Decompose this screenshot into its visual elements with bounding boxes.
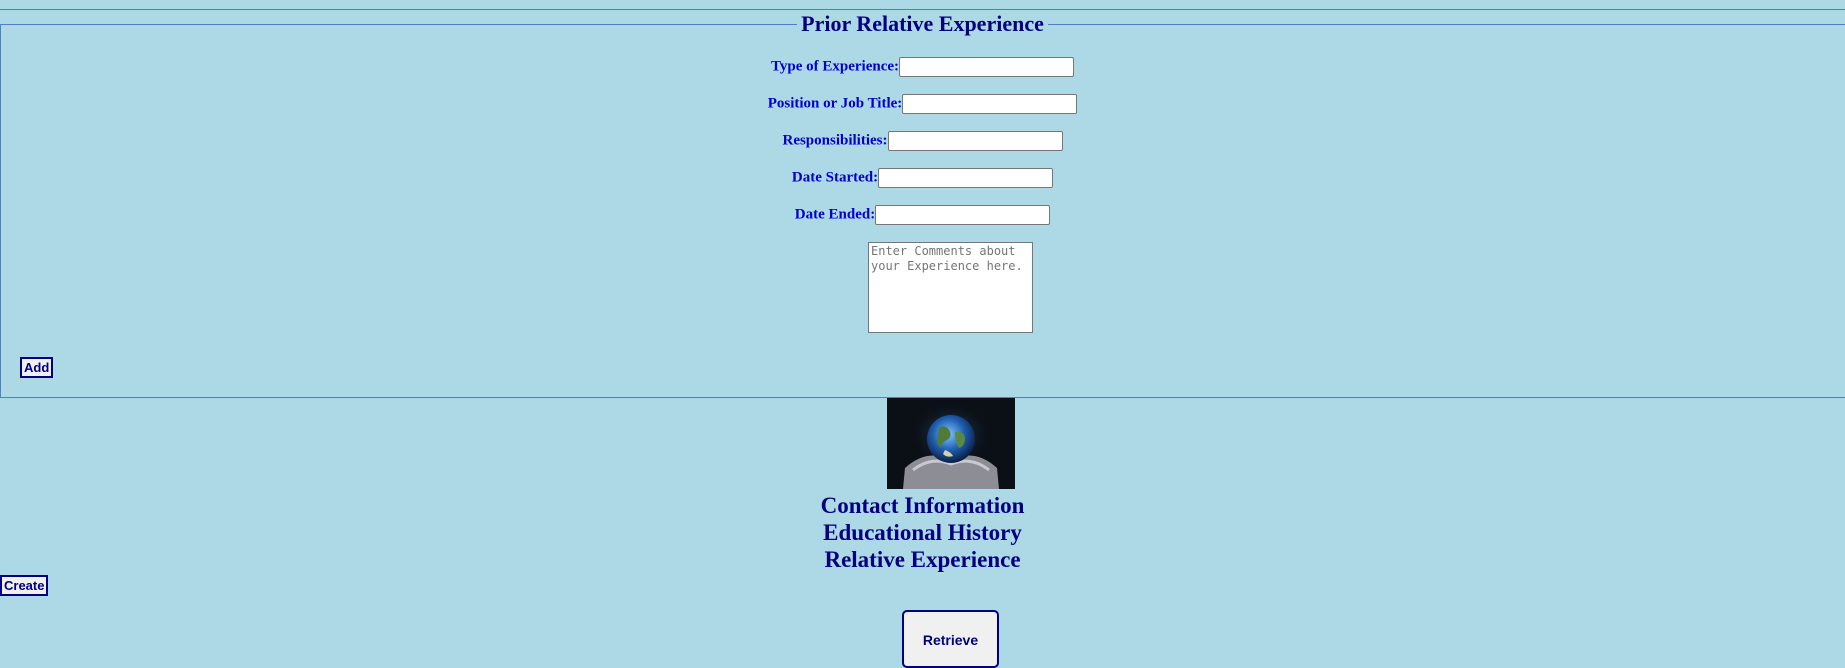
responsibilities-label: Responsibilities: (782, 132, 888, 149)
globe-icon (887, 398, 1015, 489)
form-row-date-ended: Date Ended: (0, 203, 1845, 225)
retrieve-button[interactable]: Retrieve (902, 610, 999, 668)
create-button[interactable]: Create (0, 575, 49, 596)
type-of-experience-input[interactable] (899, 56, 1075, 77)
responsibilities-input[interactable] (887, 130, 1063, 151)
form-row-type: Type of Experience: (0, 55, 1845, 77)
section-nav: Contact Information Educational History … (0, 492, 1845, 573)
section-title: Prior Relative Experience (797, 10, 1048, 38)
position-input[interactable] (902, 93, 1078, 114)
form-row-date-started: Date Started: (0, 166, 1845, 188)
top-divider (0, 0, 1845, 10)
nav-contact-information[interactable]: Contact Information (0, 492, 1845, 519)
nav-educational-history[interactable]: Educational History (0, 519, 1845, 546)
nav-relative-experience[interactable]: Relative Experience (0, 546, 1845, 573)
date-ended-input[interactable] (875, 204, 1051, 225)
date-ended-label: Date Ended: (794, 206, 876, 223)
position-label: Position or Job Title: (767, 95, 903, 112)
form-row-position: Position or Job Title: (0, 92, 1845, 114)
comments-textarea[interactable] (868, 242, 1033, 333)
date-started-input[interactable] (878, 167, 1054, 188)
globe-in-hands-image (887, 398, 1015, 489)
form-row-responsibilities: Responsibilities: (0, 129, 1845, 151)
fieldset-legend: Prior Relative Experience (0, 10, 1845, 40)
date-started-label: Date Started: (791, 169, 879, 186)
type-of-experience-label: Type of Experience: (770, 58, 900, 75)
add-button[interactable]: Add (20, 357, 54, 378)
